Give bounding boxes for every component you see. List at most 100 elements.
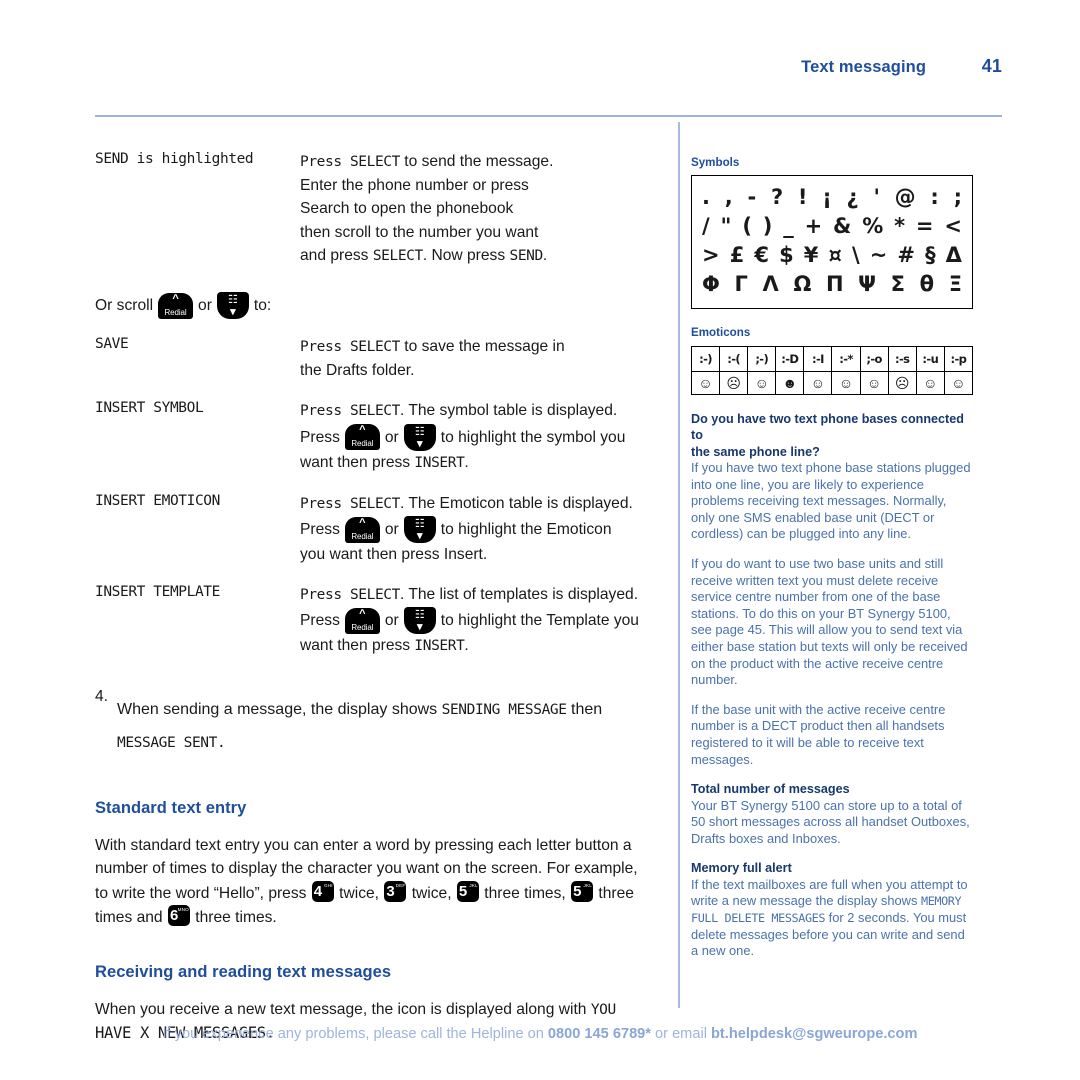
number-key-3[interactable]: 3 DEF bbox=[384, 880, 407, 902]
paragraph-line: number of times to display the character… bbox=[95, 860, 638, 878]
desc-line: Press SELECT. The list of templates is d… bbox=[300, 586, 639, 604]
symbol-cell: = bbox=[915, 214, 934, 239]
redial-key-icon[interactable]: ^ Redial bbox=[344, 424, 380, 451]
symbol-cell: ¿ bbox=[846, 185, 859, 210]
symbol-cell: < bbox=[944, 214, 962, 239]
phonebook-key-icon[interactable]: ☷ ▾ bbox=[216, 292, 249, 320]
symbol-cell: Δ bbox=[945, 243, 962, 268]
text-between-keys: twice, bbox=[339, 884, 380, 902]
key-letters: MNO bbox=[177, 906, 189, 912]
redial-key-icon[interactable]: ^ Redial bbox=[344, 607, 380, 634]
footer-text-b: or email bbox=[650, 1026, 711, 1042]
emoticon-code: :-D bbox=[776, 347, 804, 372]
phonebook-key-icon[interactable]: ☷ ▾ bbox=[403, 516, 436, 544]
step-text-b: then bbox=[566, 700, 603, 718]
redial-key-icon[interactable]: ^ Redial bbox=[158, 292, 194, 319]
press-word: Press bbox=[300, 520, 340, 538]
step-text: When sending a message, the display show… bbox=[117, 685, 655, 766]
redial-key-label: Redial bbox=[164, 307, 187, 317]
emoticon-code: :-p bbox=[944, 347, 972, 372]
symbols-table: . , - ? ! ¡ ¿ ' @ : ; / " ( ) _ + & % * … bbox=[691, 175, 973, 310]
column-divider bbox=[678, 122, 680, 1008]
symbol-cell: ; bbox=[953, 185, 962, 210]
desc-line-keys: Press ^ Redial or ☷ ▾ to highlight the T… bbox=[300, 607, 655, 635]
symbol-cell: Λ bbox=[762, 272, 779, 297]
symbol-cell: Ψ bbox=[858, 272, 876, 297]
emoticon-cell: :-p ☺ bbox=[944, 347, 972, 394]
phonebook-key-icon[interactable]: ☷ ▾ bbox=[403, 423, 436, 451]
symbol-cell: @ bbox=[894, 185, 916, 210]
note-heading: the same phone line? bbox=[691, 444, 820, 459]
note-heading-total-messages: Total number of messages bbox=[691, 782, 850, 797]
lcd-you: YOU bbox=[590, 1001, 616, 1018]
symbol-cell: ' bbox=[873, 185, 880, 210]
emoticon-code: ;-o bbox=[860, 347, 888, 372]
desc-line: the Drafts folder. bbox=[300, 362, 415, 380]
chevron-down-icon: ▾ bbox=[416, 621, 423, 634]
instruction-row-insert-template: INSERT TEMPLATE Press SELECT. The list o… bbox=[95, 583, 655, 658]
note-heading-memory-full: Memory full alert bbox=[691, 861, 792, 876]
emoticon-face-icon: ☹ bbox=[726, 374, 741, 391]
note-body: If you have two text phone base stations… bbox=[691, 460, 971, 542]
number-key-5b[interactable]: 5 JKL bbox=[571, 880, 594, 902]
desc-insert-emoticon: Press SELECT. The Emoticon table is disp… bbox=[300, 492, 655, 566]
redial-key-icon[interactable]: ^ Redial bbox=[344, 516, 380, 543]
desc-line: Search to open the phonebook bbox=[300, 200, 514, 218]
emoticon-face-icon: ☻ bbox=[782, 374, 798, 391]
page-header: Text messaging 41 bbox=[801, 56, 1002, 77]
desc-line: you want then press Insert. bbox=[300, 546, 488, 564]
term-insert-template: INSERT TEMPLATE bbox=[95, 584, 220, 601]
symbols-row: > £ € $ ¥ ¤ \ ~ # § Δ bbox=[700, 241, 964, 270]
symbol-cell: ¥ bbox=[803, 243, 819, 268]
lcd-full-delete-messages: FULL DELETE MESSAGES bbox=[691, 910, 826, 925]
symbol-cell: + bbox=[804, 214, 823, 239]
symbol-cell: ! bbox=[797, 185, 808, 210]
emoticon-code: :-s bbox=[888, 347, 916, 372]
symbol-cell: ¡ bbox=[822, 185, 832, 210]
symbol-cell: Φ bbox=[702, 272, 720, 297]
note-body-total-messages: Your BT Synergy 5100 can store up to a t… bbox=[691, 797, 970, 846]
desc-line-keys: Press ^ Redial or ☷ ▾ to highlight the E… bbox=[300, 516, 655, 544]
text-after-keys: three times. bbox=[195, 908, 277, 926]
number-key-5a[interactable]: 5 JKL bbox=[456, 880, 479, 902]
symbol-cell: % bbox=[862, 214, 884, 239]
emoticons-caption: Emoticons bbox=[691, 326, 751, 340]
symbol-cell: ) bbox=[762, 214, 773, 239]
emoticon-face-icon: ☺ bbox=[698, 374, 713, 391]
symbol-cell: Π bbox=[825, 272, 844, 297]
manual-page: Text messaging 41 SEND is highlighted Pr… bbox=[0, 0, 1080, 1080]
text-before-keys: to write the word “Hello”, press bbox=[95, 884, 307, 902]
book-icon: ☷ bbox=[414, 518, 425, 531]
chevron-down-icon: ▾ bbox=[230, 306, 236, 319]
emoticon-cell: :-I ☺ bbox=[804, 346, 833, 394]
phonebook-key-icon[interactable]: ☷ ▾ bbox=[403, 607, 436, 635]
symbol-cell: > bbox=[702, 243, 720, 268]
receiving-text: When you receive a new text message, the… bbox=[95, 1000, 591, 1018]
emoticon-cell: :-s ☹ bbox=[888, 346, 917, 394]
key-digit: 5 bbox=[458, 882, 468, 900]
symbols-caption: Symbols bbox=[691, 156, 740, 169]
desc-save: Press SELECT to save the message in the … bbox=[300, 335, 655, 382]
desc-line: want then press INSERT. bbox=[300, 637, 469, 655]
or-word: or bbox=[384, 428, 399, 446]
sidebar-note-total-messages: Total number of messages Your BT Synergy… bbox=[691, 781, 973, 847]
number-key-4[interactable]: 4 GHI bbox=[311, 880, 334, 902]
symbol-cell: : bbox=[930, 185, 939, 210]
standard-text-entry-body: With standard text entry you can enter a… bbox=[95, 834, 665, 929]
lcd-message-sent: MESSAGE SENT. bbox=[117, 734, 226, 751]
number-key-6[interactable]: 6 MNO bbox=[167, 904, 190, 926]
desc-line: Press SELECT to save the message in bbox=[300, 338, 565, 356]
footer-email[interactable]: bt.helpdesk@sgweurope.com bbox=[711, 1026, 917, 1042]
symbol-cell: § bbox=[925, 243, 936, 268]
footer-phone: 0800 145 6789* bbox=[547, 1026, 651, 1042]
symbol-cell: Γ bbox=[734, 272, 748, 297]
sidebar-note-two-bases: Do you have two text phone bases connect… bbox=[691, 411, 973, 543]
emoticon-code: :-) bbox=[692, 347, 720, 372]
term-send: SEND is highlighted bbox=[95, 151, 254, 167]
symbols-row: . , - ? ! ¡ ¿ ' @ : ; bbox=[700, 183, 964, 212]
emoticon-cell: :-) ☺ bbox=[692, 346, 721, 394]
redial-key-label: Redial bbox=[351, 439, 374, 449]
symbols-row: Φ Γ Λ Ω Π Ψ Σ θ Ξ bbox=[700, 270, 964, 299]
desc-line: then scroll to the number you want bbox=[300, 223, 539, 241]
chevron-up-icon: ^ bbox=[359, 607, 366, 620]
